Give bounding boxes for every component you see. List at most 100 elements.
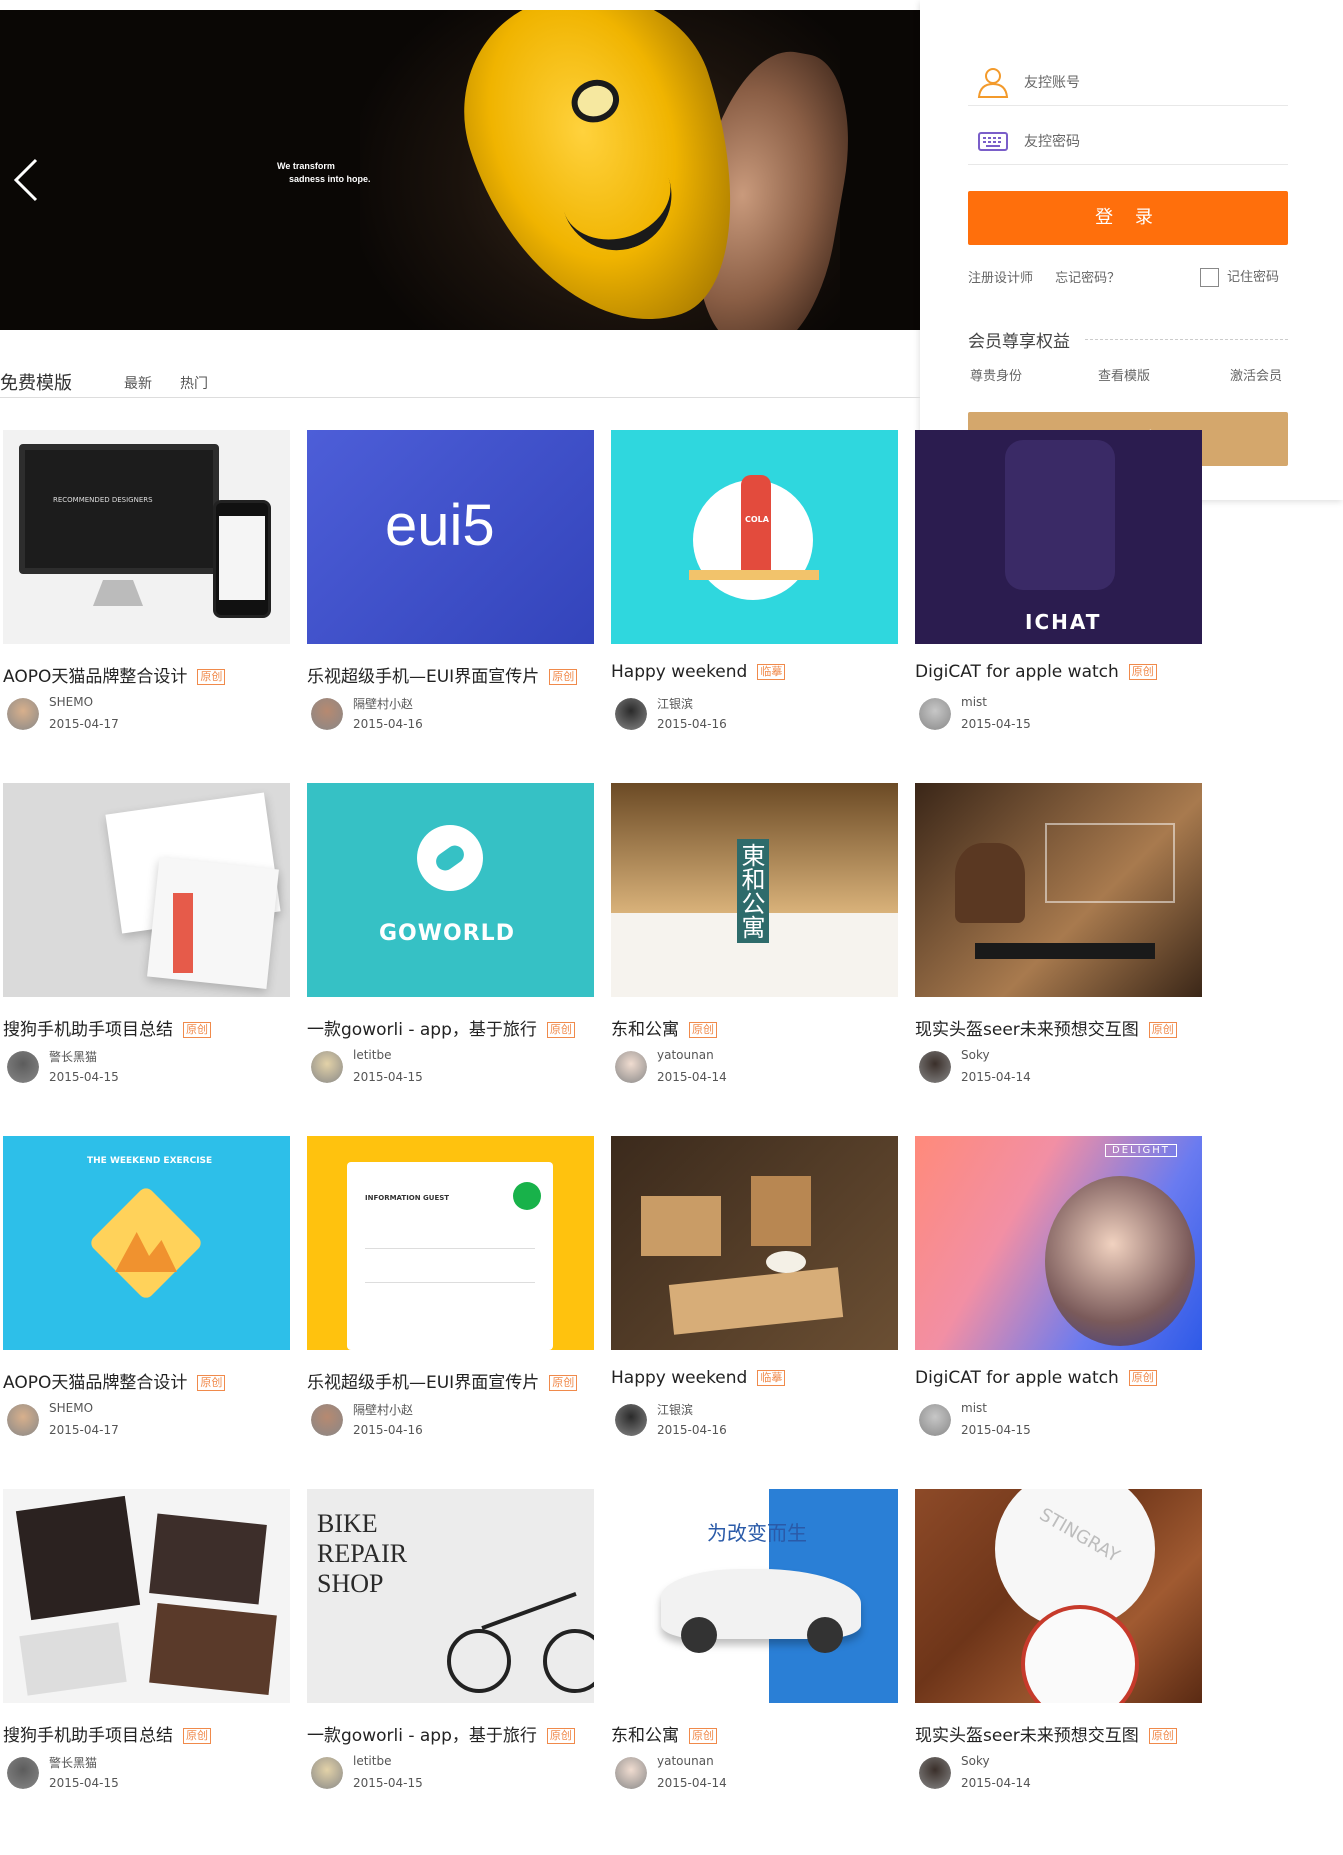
card-thumbnail[interactable]: DELIGHT [915,1136,1202,1350]
avatar[interactable] [7,1404,39,1436]
benefit-link-status[interactable]: 尊贵身份 [970,365,1022,384]
template-card[interactable]: Happy weekend 临摹 江银滨 2015-04-16 [611,1136,898,1466]
thumb-text: RECOMMENDED DESIGNERS [53,496,153,504]
template-card[interactable]: INFORMATION GUEST 乐视超级手机—EUI界面宣传片 原创 隔壁村小… [307,1136,594,1466]
avatar[interactable] [311,1757,343,1789]
card-thumbnail[interactable]: COLA [611,430,898,644]
card-author[interactable]: 隔壁村小赵 [353,695,413,712]
avatar[interactable] [615,1404,647,1436]
card-thumbnail[interactable]: INFORMATION GUEST [307,1136,594,1350]
card-title[interactable]: 现实头盔seer未来预想交互图 原创 [915,1721,1177,1746]
template-card[interactable]: 搜狗手机助手项目总结 原创 警长黑猫 2015-04-15 [3,1489,290,1819]
avatar[interactable] [615,698,647,730]
card-title[interactable]: 一款goworli - app，基于旅行 原创 [307,1721,575,1746]
card-title[interactable]: 一款goworli - app，基于旅行 原创 [307,1015,575,1040]
thumb-text: THE WEEKEND EXERCISE [87,1156,213,1166]
card-thumbnail[interactable]: STINGRAY [915,1489,1202,1703]
card-author[interactable]: Soky [961,1754,990,1768]
card-title[interactable]: DigiCAT for apple watch 原创 [915,1368,1157,1388]
card-author[interactable]: SHEMO [49,695,93,709]
template-card[interactable]: RECOMMENDED DESIGNERS AOPO天猫品牌整合设计 原创 SHE… [3,430,290,760]
template-card[interactable]: GOWORLD 一款goworli - app，基于旅行 原创 letitbe 2… [307,783,594,1113]
card-title[interactable]: 搜狗手机助手项目总结 原创 [3,1721,211,1746]
card-author[interactable]: letitbe [353,1048,391,1062]
template-card[interactable]: DELIGHT DigiCAT for apple watch 原创 mist 2… [915,1136,1202,1466]
card-author[interactable]: 隔壁村小赵 [353,1401,413,1418]
card-title[interactable]: 乐视超级手机—EUI界面宣传片 原创 [307,662,578,687]
hero-banner[interactable]: We transform sadness into hope. [0,10,920,330]
account-field[interactable]: 友控账号 [968,48,1288,106]
avatar[interactable] [311,698,343,730]
card-thumbnail[interactable] [611,1136,898,1350]
card-thumbnail[interactable]: 为改变而生 [611,1489,898,1703]
card-author[interactable]: letitbe [353,1754,391,1768]
benefit-link-templates[interactable]: 查看模版 [1098,365,1150,384]
forgot-password-link[interactable]: 忘记密码？ [1055,271,1120,286]
avatar[interactable] [919,1404,951,1436]
template-card[interactable]: STINGRAY 现实头盔seer未来预想交互图 原创 Soky 2015-04-… [915,1489,1202,1819]
card-date: 2015-04-16 [353,1423,423,1437]
template-card[interactable]: 東和公寓 东和公寓 原创 yatounan 2015-04-14 [611,783,898,1113]
password-field[interactable]: 友控密码 [968,107,1288,165]
avatar[interactable] [615,1757,647,1789]
card-author[interactable]: 江银滨 [657,695,693,712]
register-link[interactable]: 注册设计师 [968,271,1033,286]
card-thumbnail[interactable]: eui5 [307,430,594,644]
remember-password-checkbox[interactable]: 记住密码 [1200,266,1279,287]
card-title[interactable]: Happy weekend 临摹 [611,1368,786,1388]
template-card[interactable]: COLA Happy weekend 临摹 江银滨 2015-04-16 [611,430,898,760]
template-card[interactable]: 现实头盔seer未来预想交互图 原创 Soky 2015-04-14 [915,783,1202,1113]
card-title[interactable]: AOPO天猫品牌整合设计 原创 [3,662,226,687]
template-card[interactable]: 为改变而生 东和公寓 原创 yatounan 2015-04-14 [611,1489,898,1819]
card-author[interactable]: 警长黑猫 [49,1754,97,1771]
card-author[interactable]: 警长黑猫 [49,1048,97,1065]
avatar[interactable] [311,1404,343,1436]
template-card[interactable]: THE WEEKEND EXERCISE AOPO天猫品牌整合设计 原创 SHEM… [3,1136,290,1466]
avatar[interactable] [919,1757,951,1789]
card-author[interactable]: mist [961,1401,987,1415]
chevron-left-icon[interactable] [12,156,40,204]
card-badge: 原创 [1148,1022,1177,1038]
card-thumbnail[interactable]: 東和公寓 [611,783,898,997]
avatar[interactable] [311,1051,343,1083]
card-title[interactable]: 东和公寓 原创 [611,1721,717,1746]
card-thumbnail[interactable]: ICHAT [915,430,1202,644]
card-thumbnail[interactable] [3,783,290,997]
card-author[interactable]: yatounan [657,1048,714,1062]
avatar[interactable] [919,698,951,730]
card-author[interactable]: SHEMO [49,1401,93,1415]
card-thumbnail[interactable]: THE WEEKEND EXERCISE [3,1136,290,1350]
avatar[interactable] [7,1757,39,1789]
account-placeholder: 友控账号 [1024,75,1080,91]
card-title-text: 现实头盔seer未来预想交互图 [915,1020,1139,1040]
card-thumbnail[interactable] [915,783,1202,997]
card-thumbnail[interactable] [3,1489,290,1703]
card-title[interactable]: 乐视超级手机—EUI界面宣传片 原创 [307,1368,578,1393]
tab-popular[interactable]: 热门 [180,373,208,393]
card-thumbnail[interactable]: RECOMMENDED DESIGNERS [3,430,290,644]
card-author[interactable]: 江银滨 [657,1401,693,1418]
avatar[interactable] [7,1051,39,1083]
card-badge: 原创 [546,1022,575,1038]
template-card[interactable]: 搜狗手机助手项目总结 原创 警长黑猫 2015-04-15 [3,783,290,1113]
avatar[interactable] [7,698,39,730]
card-thumbnail[interactable]: GOWORLD [307,783,594,997]
avatar[interactable] [919,1051,951,1083]
card-title[interactable]: AOPO天猫品牌整合设计 原创 [3,1368,226,1393]
card-title[interactable]: 现实头盔seer未来预想交互图 原创 [915,1015,1177,1040]
tab-latest[interactable]: 最新 [124,373,152,393]
card-author[interactable]: Soky [961,1048,990,1062]
card-title[interactable]: 东和公寓 原创 [611,1015,717,1040]
card-title[interactable]: DigiCAT for apple watch 原创 [915,662,1157,682]
template-card[interactable]: BIKE REPAIR SHOP 一款goworli - app，基于旅行 原创 … [307,1489,594,1819]
card-thumbnail[interactable]: BIKE REPAIR SHOP [307,1489,594,1703]
benefit-link-activate[interactable]: 激活会员 [1230,365,1282,384]
card-title[interactable]: 搜狗手机助手项目总结 原创 [3,1015,211,1040]
card-author[interactable]: mist [961,695,987,709]
avatar[interactable] [615,1051,647,1083]
template-card[interactable]: eui5 乐视超级手机—EUI界面宣传片 原创 隔壁村小赵 2015-04-16 [307,430,594,760]
login-button[interactable]: 登 录 [968,191,1288,245]
template-card[interactable]: ICHAT DigiCAT for apple watch 原创 mist 201… [915,430,1202,760]
card-title[interactable]: Happy weekend 临摹 [611,662,786,682]
card-author[interactable]: yatounan [657,1754,714,1768]
